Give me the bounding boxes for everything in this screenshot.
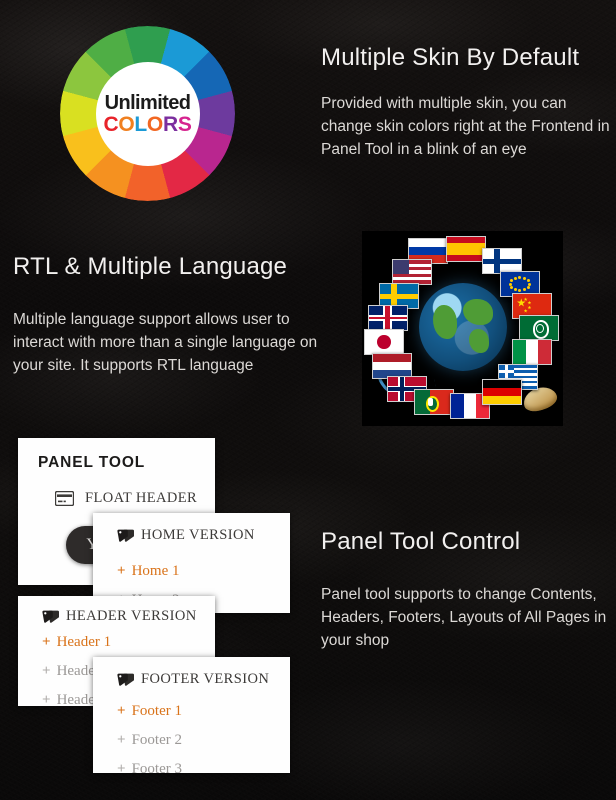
footer-version-item-1-label: Footer 1 <box>131 703 182 719</box>
footer-version-item-3[interactable]: + Footer 3 <box>117 761 182 778</box>
plus-icon: + <box>117 563 126 579</box>
color-wheel-letter-2: L <box>134 112 147 136</box>
color-wheel-subtitle: COLORS <box>103 114 191 135</box>
flag-germany <box>482 379 522 405</box>
section-title-rtl: RTL & Multiple Language <box>13 253 288 280</box>
globe-landmass <box>468 328 489 353</box>
home-version-item-1-label: Home 1 <box>131 563 180 579</box>
color-wheel-title: Unlimited <box>104 91 191 114</box>
plus-icon: + <box>117 761 126 777</box>
color-wheel-graphic: Unlimited COLORS <box>60 26 235 201</box>
flag-united-kingdom <box>368 305 408 331</box>
section-body-rtl: Multiple language support allows user to… <box>13 311 318 374</box>
color-wheel-hub: Unlimited COLORS <box>95 61 200 166</box>
footer-version-item-2-label: Footer 2 <box>131 732 182 748</box>
flag-united-states <box>392 259 432 285</box>
globe-flags-image <box>362 231 563 426</box>
plus-icon: + <box>42 663 51 679</box>
float-header-label: FLOAT HEADER <box>85 490 198 506</box>
header-version-item-1-label: Header 1 <box>56 634 112 650</box>
flag-saudi-arabia <box>519 315 559 341</box>
color-wheel-letter-0: C <box>103 112 119 136</box>
home-version-heading-label: HOME VERSION <box>141 527 255 543</box>
tag-icon <box>117 673 134 686</box>
plus-icon: + <box>42 634 51 650</box>
float-header-row: FLOAT HEADER <box>54 490 198 507</box>
color-wheel-letter-4: R <box>162 112 178 136</box>
color-wheel-letter-1: O <box>118 112 135 136</box>
flag-japan <box>364 329 404 355</box>
footer-version-heading: FOOTER VERSION <box>117 671 269 688</box>
plus-icon: + <box>42 692 51 708</box>
footer-version-item-3-label: Footer 3 <box>131 761 182 777</box>
plus-icon: + <box>117 732 126 748</box>
flag-spain <box>446 236 486 262</box>
footer-version-heading-label: FOOTER VERSION <box>141 671 270 687</box>
section-body-skin: Provided with multiple skin, you can cha… <box>321 95 610 158</box>
plus-icon: + <box>117 703 126 719</box>
header-version-heading: HEADER VERSION <box>42 608 197 625</box>
flag-italy <box>512 339 552 365</box>
section-title-skin: Multiple Skin By Default <box>321 44 580 71</box>
globe-landmass <box>462 298 493 325</box>
section-title-panel-tool: Panel Tool Control <box>321 528 521 555</box>
color-wheel-letter-3: O <box>146 112 163 136</box>
globe-landmass <box>432 304 457 339</box>
header-version-heading-label: HEADER VERSION <box>66 608 197 624</box>
header-version-item-1[interactable]: + Header 1 <box>42 634 111 651</box>
footer-version-item-1[interactable]: + Footer 1 <box>117 703 182 720</box>
footer-version-item-2[interactable]: + Footer 2 <box>117 732 182 749</box>
color-wheel-letter-5: S <box>177 112 192 136</box>
card-icon <box>54 490 75 507</box>
home-version-heading: HOME VERSION <box>117 527 255 544</box>
home-version-item-1[interactable]: + Home 1 <box>117 563 179 580</box>
tag-icon <box>42 610 59 623</box>
section-body-panel-tool: Panel tool supports to change Contents, … <box>321 586 607 649</box>
footer-version-panel: FOOTER VERSION + Footer 1 + Footer 2 + F… <box>93 657 290 777</box>
tag-icon <box>117 529 134 542</box>
panel-tool-title: PANEL TOOL <box>38 454 146 471</box>
flag-portugal <box>414 389 454 415</box>
globe-icon <box>418 282 507 371</box>
